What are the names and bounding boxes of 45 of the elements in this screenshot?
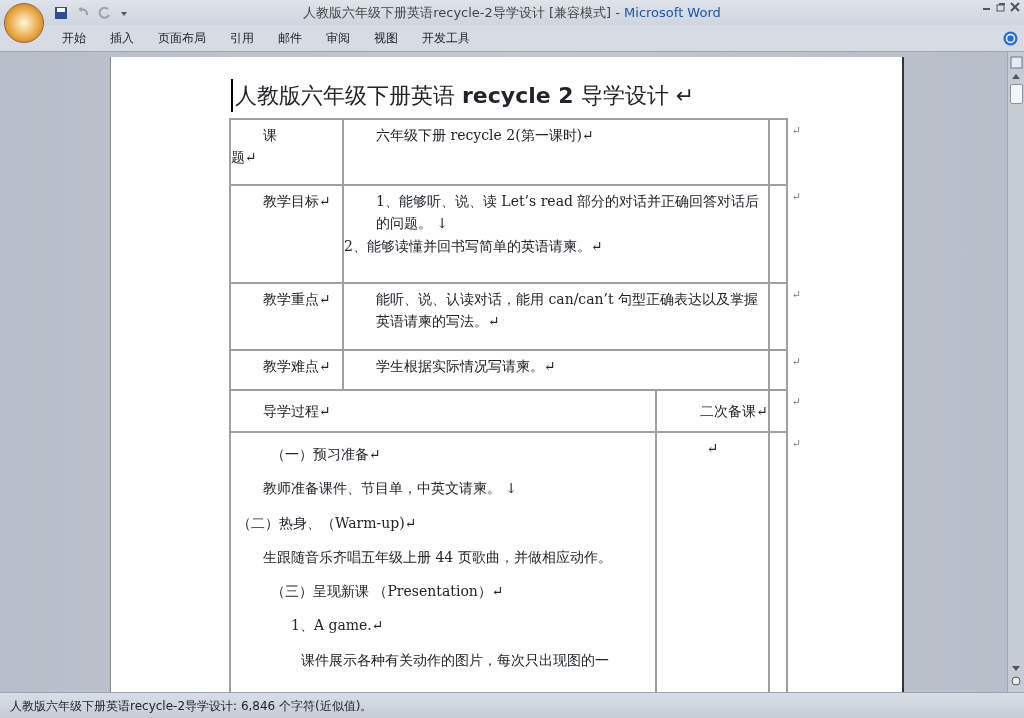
- scroll-down-icon[interactable]: [1011, 665, 1021, 672]
- row-label: 教学难点↵: [262, 357, 332, 376]
- row-label: 教学重点↵: [262, 290, 332, 309]
- process-text: （二）热身、（Warm-up)↵: [236, 513, 418, 533]
- column-header: 二次备课↵: [699, 401, 768, 421]
- cell-text: 学生根据实际情况写请柬。↵: [375, 357, 557, 376]
- scroll-thumb[interactable]: [1009, 84, 1023, 104]
- row-end-mark: ↵: [792, 123, 802, 139]
- process-text: 生跟随音乐齐唱五年级上册 44 页歌曲，并做相应动作。: [262, 547, 613, 567]
- row-label: 题↵: [231, 148, 258, 168]
- window-title: 人教版六年级下册英语recycle-2导学设计 [兼容模式] - Microsoft Word: [303, 5, 721, 20]
- ribbon-tab[interactable]: 页面布局: [146, 29, 218, 47]
- row-label: 课: [262, 126, 278, 145]
- row-end-mark: ↵: [792, 436, 802, 452]
- row-end-mark: ↵: [792, 354, 802, 370]
- ribbon-tab[interactable]: 插入: [98, 29, 146, 47]
- ribbon-tab[interactable]: 开发工具: [410, 29, 482, 47]
- row-end-mark: ↵: [792, 394, 802, 410]
- scroll-up-icon[interactable]: [1011, 73, 1021, 80]
- cell-text: 能听、说、认读对话，能用 can/can’t 句型正确表达以及掌握英语请柬的写法。↵: [375, 290, 760, 332]
- status-text: 人教版六年级下册英语recycle-2导学设计: 6,846 个字符(近似值)。: [10, 697, 373, 715]
- ribbon-tab[interactable]: 引用: [218, 29, 266, 47]
- ribbon-tab[interactable]: 开始: [50, 29, 98, 47]
- close-icon[interactable]: [1010, 2, 1020, 12]
- cell-text: 1、能够听、说、读 Let’s read 部分的对话并正确回答对话后的问题。 ↓: [375, 192, 761, 234]
- save-icon[interactable]: [54, 5, 68, 20]
- process-text: （三）呈现新课 （Presentation）↵: [270, 582, 505, 602]
- row-end-mark: ↵: [792, 189, 802, 205]
- ribbon-tab[interactable]: 审阅: [314, 29, 362, 47]
- process-text: （一）预习准备↵: [270, 445, 382, 464]
- cell-text: 2、能够读懂并回书写简单的英语请柬。↵: [344, 236, 604, 256]
- restore-icon[interactable]: [996, 2, 1006, 12]
- process-text: 课件展示各种有关动作的图片，每次只出现图的一: [300, 650, 610, 670]
- ribbon-tab[interactable]: 视图: [362, 29, 410, 47]
- document-heading: 人教版六年级下册英语 recycle 2 导学设计 ↵: [231, 79, 902, 112]
- ribbon-tab[interactable]: 邮件: [266, 29, 314, 47]
- row-label: 教学目标↵: [262, 192, 332, 211]
- cell-text: 六年级下册 recycle 2(第一课时)↵: [375, 126, 595, 145]
- column-header: 导学过程↵: [262, 401, 332, 421]
- paragraph-mark: ↵: [705, 439, 720, 458]
- office-button[interactable]: [4, 3, 44, 43]
- process-text: 教师准备课件、节目单，中英文请柬。 ↓: [262, 479, 519, 499]
- row-end-mark: ↵: [792, 287, 802, 303]
- process-text: 1、A game.↵: [290, 616, 385, 636]
- select-browse-object-icon[interactable]: [1011, 676, 1021, 686]
